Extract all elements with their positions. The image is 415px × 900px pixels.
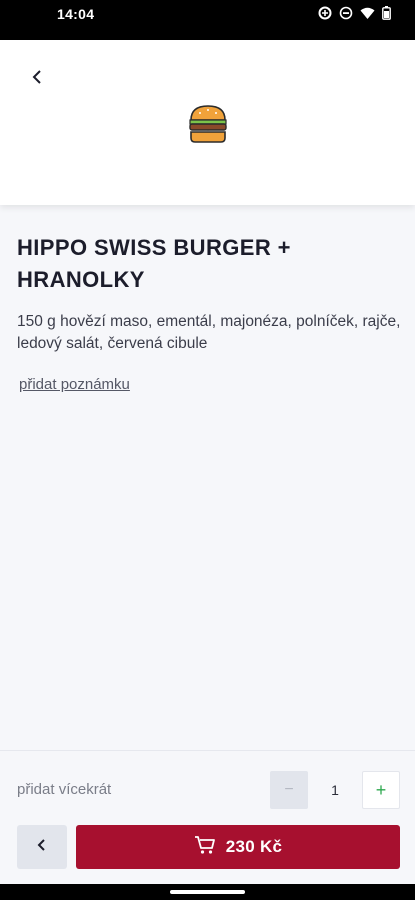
add-note-link[interactable]: přidat poznámku	[19, 376, 130, 393]
header	[0, 40, 415, 205]
navigation-bar	[0, 884, 415, 900]
product-title: HIPPO SWISS BURGER + HRANOLKY	[17, 235, 291, 292]
quantity-label: přidat vícekrát	[17, 781, 112, 798]
data-saver-icon	[318, 6, 332, 25]
quantity-increase-button[interactable]: +	[362, 771, 400, 809]
chevron-left-icon	[37, 838, 47, 857]
burger-icon	[187, 104, 229, 144]
footer: přidat vícekrát − 1 + 230 Kč	[0, 750, 415, 885]
battery-icon	[382, 6, 391, 25]
price-label: 230 Kč	[225, 837, 283, 856]
status-icons	[318, 6, 391, 25]
back-button[interactable]	[17, 825, 67, 869]
cart-icon	[194, 835, 216, 860]
wifi-icon	[360, 7, 375, 25]
home-indicator[interactable]	[170, 890, 245, 894]
quantity-decrease-button[interactable]: −	[270, 771, 308, 809]
quantity-value: 1	[331, 782, 339, 798]
add-to-cart-button[interactable]: 230 Kč	[76, 825, 400, 869]
status-time: 14:04	[57, 6, 95, 22]
status-bar: 14:04	[0, 0, 415, 40]
back-chevron-icon[interactable]	[26, 66, 48, 88]
product-description: 150 g hovězí maso, ementál, majonéza, po…	[17, 313, 401, 352]
do-not-disturb-icon	[339, 6, 353, 25]
